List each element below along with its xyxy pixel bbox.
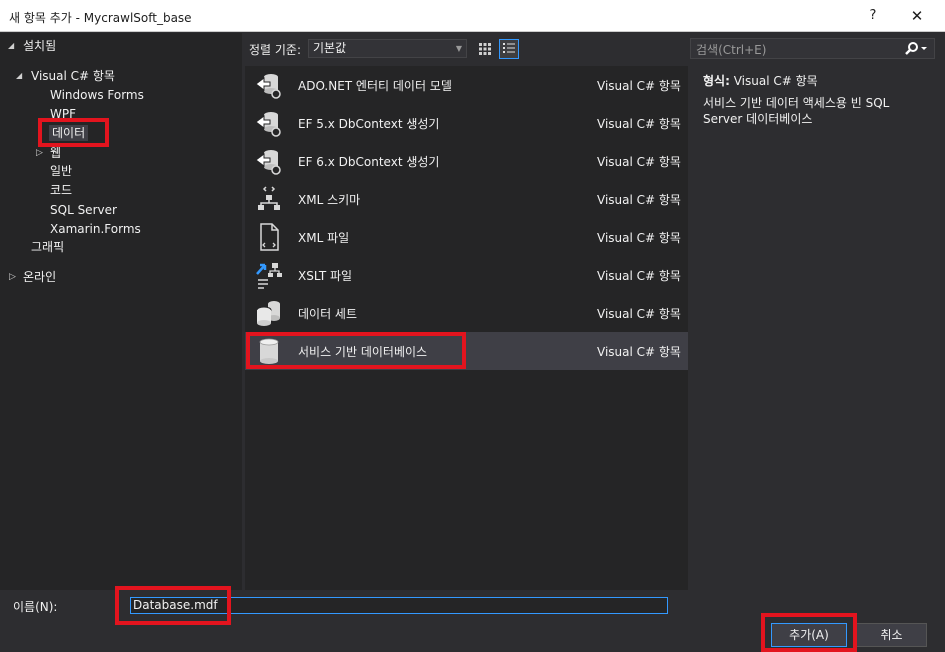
list-item[interactable]: XSLT 파일 Visual C# 항목 bbox=[245, 256, 688, 294]
detail-panel: 형식: Visual C# 항목 서비스 기반 데이터 액세스용 빈 SQL S… bbox=[690, 66, 940, 590]
expand-arrow-icon[interactable]: ◢ bbox=[8, 38, 14, 54]
database-icon bbox=[259, 338, 279, 364]
sort-value: 기본값 bbox=[313, 41, 347, 55]
detail-description: 서비스 기반 데이터 액세스용 빈 SQL Server 데이터베이스 bbox=[703, 96, 890, 126]
tree-item-code[interactable]: 코드 bbox=[50, 182, 72, 198]
tree-item-installed[interactable]: 설치됨 bbox=[23, 38, 56, 54]
sort-label: 정렬 기준: bbox=[249, 43, 302, 57]
template-name: EF 5.x DbContext 생성기 bbox=[298, 117, 440, 131]
xslt-file-icon bbox=[256, 263, 282, 289]
dbcontext-generator-icon bbox=[255, 112, 281, 137]
search-box[interactable]: 검색(Ctrl+E) bbox=[690, 38, 935, 59]
grid-view-button[interactable] bbox=[475, 39, 495, 59]
list-item-selected[interactable]: 서비스 기반 데이터베이스 Visual C# 항목 bbox=[245, 332, 688, 370]
search-icon[interactable] bbox=[904, 40, 928, 58]
expand-arrow-icon[interactable]: ◢ bbox=[16, 68, 22, 84]
tree-item-windows-forms[interactable]: Windows Forms bbox=[50, 87, 144, 103]
template-name: ADO.NET 엔터티 데이터 모델 bbox=[298, 79, 452, 93]
dataset-icon bbox=[256, 301, 280, 326]
collapse-arrow-icon[interactable]: ▷ bbox=[36, 145, 43, 161]
list-item[interactable]: EF 6.x DbContext 생성기 Visual C# 항목 bbox=[245, 142, 688, 180]
list-item[interactable]: EF 5.x DbContext 생성기 Visual C# 항목 bbox=[245, 104, 688, 142]
list-item[interactable]: XML 스키마 Visual C# 항목 bbox=[245, 180, 688, 218]
detail-type-line: 형식: Visual C# 항목 bbox=[703, 72, 818, 89]
name-label: 이름(N): bbox=[13, 600, 58, 614]
tree-item-xamarin-forms[interactable]: Xamarin.Forms bbox=[50, 221, 141, 237]
detail-type-label: 형식: bbox=[703, 74, 730, 88]
template-type: Visual C# 항목 bbox=[597, 155, 681, 169]
template-type: Visual C# 항목 bbox=[597, 193, 681, 207]
template-type: Visual C# 항목 bbox=[597, 307, 681, 321]
detail-type-value: Visual C# 항목 bbox=[733, 74, 818, 88]
template-type: Visual C# 항목 bbox=[597, 79, 681, 93]
tree-item-general[interactable]: 일반 bbox=[50, 163, 72, 179]
template-name: EF 6.x DbContext 생성기 bbox=[298, 155, 440, 169]
template-type: Visual C# 항목 bbox=[597, 117, 681, 131]
title-bar: 새 항목 추가 - MycrawlSoft_base ? ✕ bbox=[0, 0, 945, 32]
tree-item-web[interactable]: 웹 bbox=[50, 145, 61, 161]
tree-item-visual-csharp[interactable]: Visual C# 항목 bbox=[31, 68, 115, 84]
xml-file-icon bbox=[260, 223, 279, 251]
xml-schema-icon bbox=[258, 186, 280, 210]
add-button[interactable]: 추가(A) bbox=[771, 623, 847, 647]
tree-item-online[interactable]: 온라인 bbox=[23, 269, 56, 285]
name-field[interactable]: Database.mdf bbox=[130, 597, 668, 614]
search-input[interactable]: 검색(Ctrl+E) bbox=[696, 41, 766, 58]
list-item[interactable]: 데이터 세트 Visual C# 항목 bbox=[245, 294, 688, 332]
template-name: XML 스키마 bbox=[298, 193, 361, 207]
tree-item-data[interactable]: 데이터 bbox=[49, 125, 89, 141]
dbcontext-generator-icon bbox=[255, 150, 281, 175]
template-name: 서비스 기반 데이터베이스 bbox=[298, 345, 428, 359]
help-button[interactable]: ? bbox=[860, 4, 886, 28]
entity-model-icon bbox=[255, 74, 281, 99]
grid-view-icon bbox=[479, 43, 491, 55]
close-button[interactable]: ✕ bbox=[904, 4, 930, 28]
cancel-button[interactable]: 취소 bbox=[856, 623, 927, 647]
template-type: Visual C# 항목 bbox=[597, 269, 681, 283]
list-item[interactable]: XML 파일 Visual C# 항목 bbox=[245, 218, 688, 256]
category-tree: ◢ 설치됨 ◢ Visual C# 항목 Windows Forms WPF 데… bbox=[0, 33, 242, 590]
list-view-button[interactable] bbox=[499, 39, 519, 59]
collapse-arrow-icon[interactable]: ▷ bbox=[9, 269, 16, 285]
dropdown-arrow-icon: ▼ bbox=[455, 44, 462, 53]
tree-item-wpf[interactable]: WPF bbox=[50, 106, 76, 122]
tree-item-sql-server[interactable]: SQL Server bbox=[50, 202, 117, 218]
template-name: XSLT 파일 bbox=[298, 269, 353, 283]
sort-dropdown[interactable]: 기본값 ▼ bbox=[308, 39, 467, 58]
list-item[interactable]: ADO.NET 엔터티 데이터 모델 Visual C# 항목 bbox=[245, 66, 688, 104]
template-type: Visual C# 항목 bbox=[597, 231, 681, 245]
list-view-icon bbox=[503, 43, 515, 53]
template-list: ADO.NET 엔터티 데이터 모델 Visual C# 항목 EF 5.x D… bbox=[245, 66, 688, 590]
template-name: 데이터 세트 bbox=[298, 307, 358, 321]
window-title: 새 항목 추가 - MycrawlSoft_base bbox=[9, 11, 192, 25]
template-name: XML 파일 bbox=[298, 231, 350, 245]
template-type: Visual C# 항목 bbox=[597, 345, 681, 359]
tree-item-graphics[interactable]: 그래픽 bbox=[31, 239, 64, 255]
